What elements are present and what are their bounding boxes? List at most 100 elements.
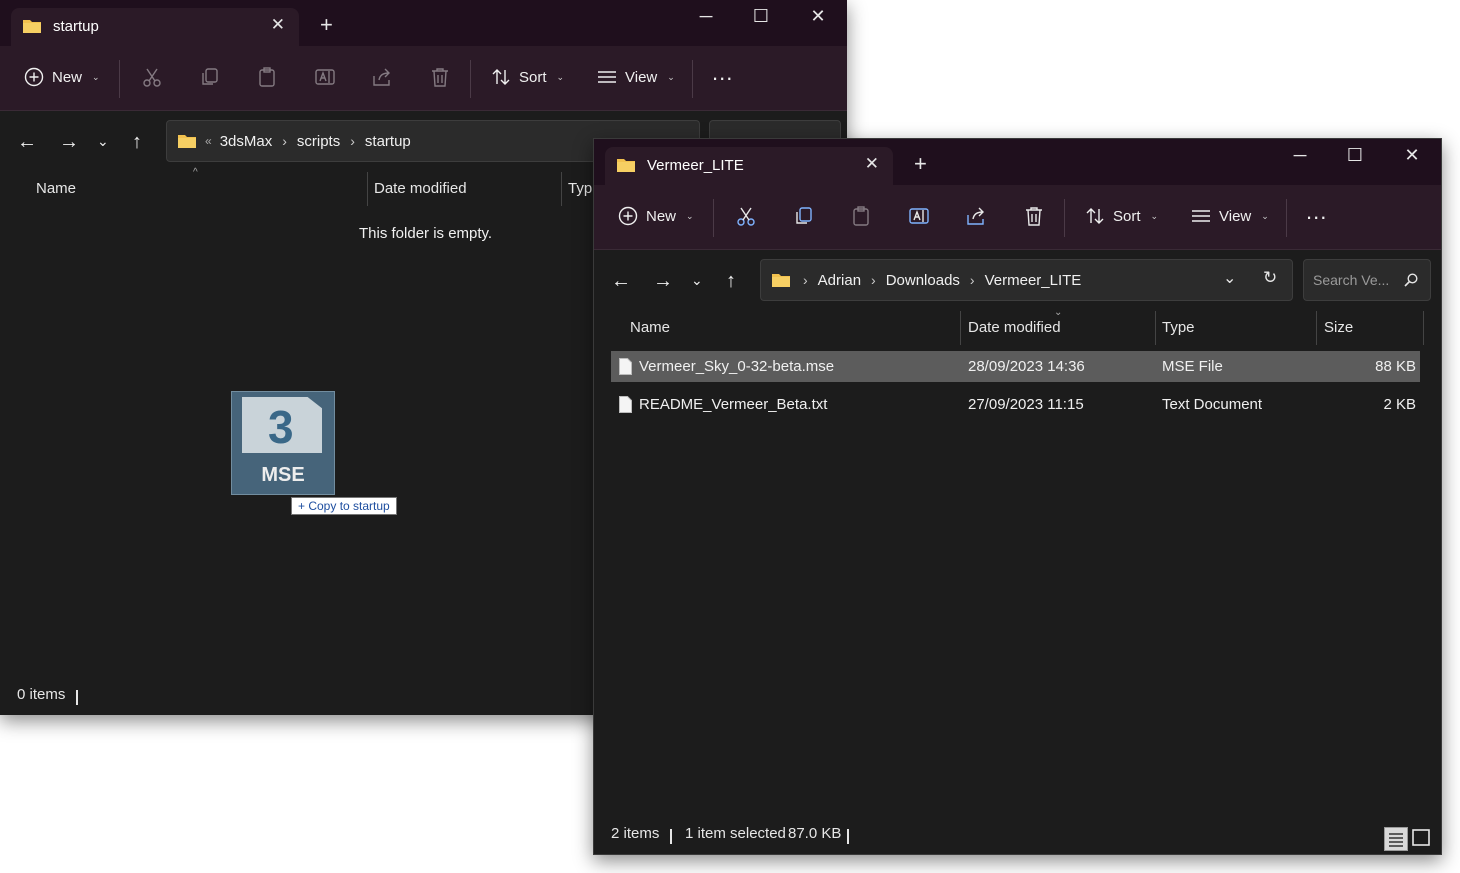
cut-icon[interactable] [141, 66, 163, 88]
column-header-name[interactable]: Name [630, 319, 670, 336]
file-size: 88 KB [1375, 358, 1416, 375]
file-icon [619, 358, 632, 375]
search-placeholder: Search Ve... [1313, 272, 1390, 288]
recent-locations-icon[interactable]: ⌄ [97, 133, 109, 150]
more-options-button[interactable]: ... [1306, 199, 1327, 225]
column-header-type[interactable]: Type [1162, 319, 1195, 336]
sort-button[interactable]: Sort ⌄ [1085, 206, 1158, 226]
command-bar: New ⌄ Sort ⌄ View ⌄ ... [0, 46, 847, 111]
breadcrumb-item[interactable]: 3dsMax [220, 133, 273, 150]
copy-to-tooltip: + Copy to startup [291, 497, 397, 515]
sort-label: Sort [1113, 207, 1141, 225]
up-icon[interactable]: ↑ [726, 270, 736, 293]
back-icon[interactable]: ← [17, 131, 37, 154]
column-header-type[interactable]: Typ [568, 180, 592, 197]
folder-icon [23, 20, 41, 33]
details-view-toggle[interactable] [1384, 827, 1408, 851]
breadcrumb-item[interactable]: startup [365, 133, 411, 150]
folder-icon [617, 159, 635, 172]
paste-icon[interactable] [256, 66, 278, 88]
title-bar: Vermeer_LITE ✕ + ─ ☐ ✕ [594, 139, 1441, 185]
tiles-view-icon [1412, 829, 1430, 846]
details-view-icon [1389, 833, 1403, 847]
file-type: Text Document [1162, 396, 1263, 413]
folder-icon [772, 274, 790, 287]
plus-circle-icon [24, 67, 44, 87]
navigation-bar: ← → ⌄ ↑ › Adrian › Downloads › Vermeer_L… [594, 250, 1441, 312]
search-box[interactable]: Search Ve... [1303, 259, 1431, 301]
view-label: View [625, 68, 658, 86]
view-label: View [1219, 207, 1252, 225]
search-icon [1404, 273, 1418, 287]
delete-icon[interactable] [1023, 205, 1045, 227]
close-tab-icon[interactable]: ✕ [271, 15, 285, 35]
recent-locations-icon[interactable]: ⌄ [691, 272, 703, 289]
view-icon [1192, 210, 1210, 222]
rename-icon[interactable] [908, 205, 930, 227]
tab-startup[interactable]: startup ✕ [11, 8, 299, 46]
breadcrumb-overflow[interactable]: « [205, 134, 212, 148]
close-window-icon[interactable]: ✕ [1401, 145, 1423, 167]
file-type: MSE File [1162, 358, 1223, 375]
tab-title: Vermeer_LITE [647, 157, 744, 174]
address-bar[interactable]: › Adrian › Downloads › Vermeer_LITE ⌄ ↻ [760, 259, 1293, 301]
plus-circle-icon [618, 206, 638, 226]
back-icon[interactable]: ← [611, 270, 631, 293]
paste-icon[interactable] [850, 205, 872, 227]
new-label: New [52, 68, 83, 86]
column-header-date[interactable]: Date modified [968, 319, 1061, 336]
tab-vermeer-lite[interactable]: Vermeer_LITE ✕ [605, 147, 893, 185]
breadcrumb-item[interactable]: Vermeer_LITE [985, 272, 1082, 289]
breadcrumb-item[interactable]: scripts [297, 133, 340, 150]
breadcrumb-item[interactable]: Adrian [818, 272, 861, 289]
minimize-icon[interactable]: ─ [1289, 145, 1311, 167]
sort-indicator-icon: ^ [193, 167, 198, 178]
file-name: Vermeer_Sky_0-32-beta.mse [639, 358, 835, 375]
status-divider [847, 829, 849, 844]
address-history-icon[interactable]: ⌄ [1223, 268, 1236, 288]
file-size: 2 KB [1383, 396, 1416, 413]
new-tab-button[interactable]: + [914, 151, 927, 177]
refresh-icon[interactable]: ↻ [1263, 268, 1277, 288]
share-icon[interactable] [371, 66, 393, 88]
sort-label: Sort [519, 68, 547, 86]
more-options-button[interactable]: ... [712, 60, 733, 86]
tiles-view-toggle[interactable] [1410, 827, 1432, 849]
status-selection-size: 87.0 KB [788, 825, 842, 842]
empty-folder-message: This folder is empty. [359, 225, 493, 242]
cut-icon[interactable] [735, 205, 757, 227]
view-button[interactable]: View ⌄ [1191, 206, 1269, 226]
new-tab-button[interactable]: + [320, 12, 333, 38]
forward-icon[interactable]: → [59, 131, 79, 154]
column-header-date[interactable]: Date modified [374, 180, 467, 197]
new-label: New [646, 207, 677, 225]
column-header-size[interactable]: Size [1324, 319, 1353, 336]
breadcrumb-item[interactable]: Downloads [886, 272, 960, 289]
file-date: 27/09/2023 11:15 [968, 396, 1084, 413]
rename-icon[interactable] [314, 66, 336, 88]
delete-icon[interactable] [429, 66, 451, 88]
column-header-name[interactable]: Name [36, 180, 76, 197]
status-selection: 1 item selected [685, 825, 786, 842]
new-button[interactable]: New ⌄ [24, 67, 100, 87]
sort-icon [1086, 208, 1104, 224]
maximize-icon[interactable]: ☐ [750, 6, 772, 28]
explorer-window-vermeer: Vermeer_LITE ✕ + ─ ☐ ✕ New ⌄ Sort ⌄ View ⌄ … [593, 138, 1442, 855]
share-icon[interactable] [965, 205, 987, 227]
sort-button[interactable]: Sort ⌄ [491, 67, 564, 87]
maximize-icon[interactable]: ☐ [1344, 145, 1366, 167]
view-icon [598, 71, 616, 83]
file-row[interactable]: Vermeer_Sky_0-32-beta.mse 28/09/2023 14:… [611, 351, 1420, 382]
copy-icon[interactable] [793, 205, 815, 227]
drag-icon-label: MSE [261, 464, 305, 486]
copy-icon[interactable] [199, 66, 221, 88]
minimize-icon[interactable]: ─ [695, 6, 717, 28]
new-button[interactable]: New ⌄ [618, 206, 694, 226]
up-icon[interactable]: ↑ [132, 131, 142, 154]
file-row[interactable]: README_Vermeer_Beta.txt 27/09/2023 11:15… [611, 389, 1420, 420]
forward-icon[interactable]: → [653, 270, 673, 293]
status-divider [670, 829, 672, 844]
close-tab-icon[interactable]: ✕ [865, 154, 879, 174]
close-window-icon[interactable]: ✕ [807, 6, 829, 28]
view-button[interactable]: View ⌄ [597, 67, 675, 87]
